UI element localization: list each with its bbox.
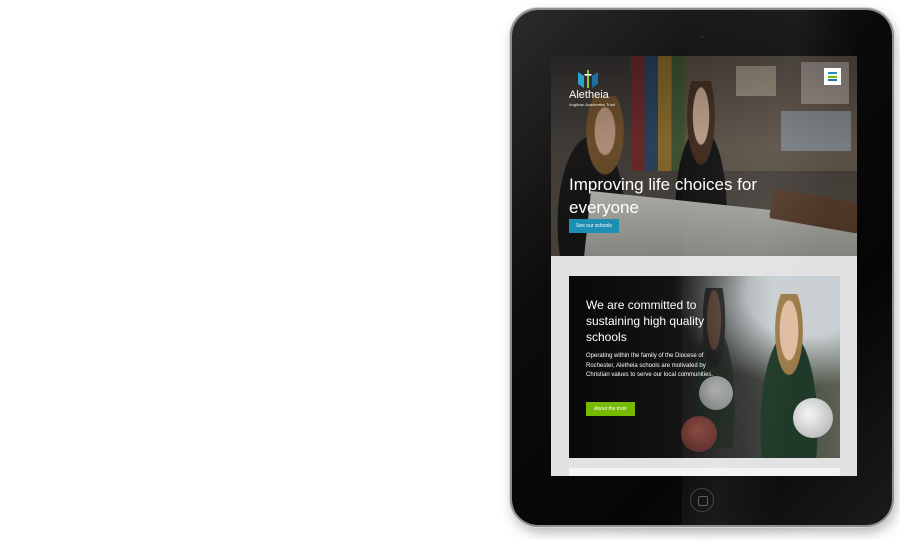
- hero-title: Improving life choices for everyone: [569, 175, 758, 218]
- committed-title: We are committed to sustaining high qual…: [586, 298, 705, 344]
- home-button[interactable]: [690, 488, 714, 512]
- hamburger-menu-icon: [828, 79, 837, 81]
- committed-body: Operating within the family of the Dioce…: [586, 353, 714, 378]
- tablet-screen: Aletheia Anglican Academies Trust Improv…: [551, 56, 857, 476]
- committed-card: We are committed to sustaining high qual…: [569, 276, 840, 458]
- about-the-trust-button[interactable]: About the trust: [586, 402, 635, 416]
- camera-icon: [699, 34, 705, 40]
- hamburger-menu-icon: [828, 72, 837, 74]
- hero-section: Aletheia Anglican Academies Trust Improv…: [551, 56, 857, 256]
- logo-tagline: Anglican Academies Trust: [569, 102, 616, 107]
- menu-button[interactable]: [824, 68, 841, 85]
- hamburger-menu-icon: [828, 75, 837, 78]
- next-section-panel: [569, 468, 840, 476]
- aletheia-logo-icon: [578, 70, 598, 88]
- logo-title: Aletheia: [569, 89, 609, 101]
- site-logo[interactable]: Aletheia Anglican Academies Trust: [569, 70, 629, 107]
- tablet-device: Aletheia Anglican Academies Trust Improv…: [512, 10, 892, 525]
- see-our-schools-button[interactable]: See our schools: [569, 219, 619, 233]
